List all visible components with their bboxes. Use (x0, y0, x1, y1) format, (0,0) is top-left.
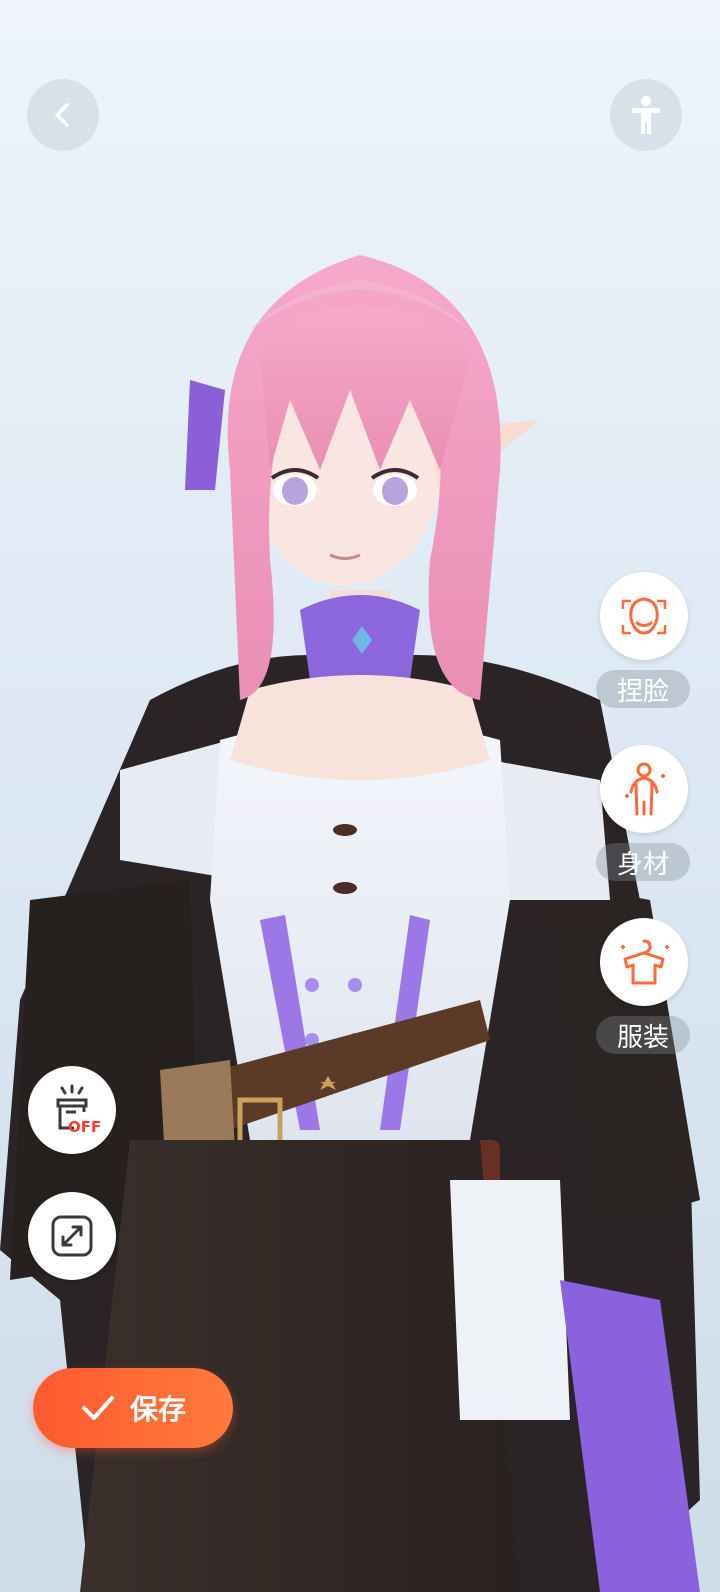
standing-person-icon (632, 96, 660, 134)
body-edit-label[interactable]: 身材 (596, 843, 690, 881)
face-icon (621, 597, 667, 635)
save-button-label: 保存 (129, 1393, 186, 1426)
outfit-edit-label[interactable]: 服装 (596, 1016, 690, 1054)
chevron-left-icon (55, 103, 69, 127)
face-edit-label[interactable]: 捏脸 (596, 670, 690, 708)
outfit-edit-button[interactable] (600, 918, 688, 1006)
body-icon (625, 762, 665, 816)
hide-outfit-toggle-button[interactable]: OFF (28, 1066, 116, 1154)
back-button[interactable] (27, 79, 99, 151)
hanger-shirt-icon (621, 939, 669, 985)
off-badge: OFF (68, 1118, 102, 1136)
pose-button[interactable] (610, 79, 682, 151)
check-icon (81, 1396, 114, 1420)
face-edit-button[interactable] (600, 572, 688, 660)
fullscreen-button[interactable] (28, 1192, 116, 1280)
body-edit-button[interactable] (600, 745, 688, 833)
save-button[interactable]: 保存 (33, 1368, 233, 1448)
expand-icon (51, 1215, 93, 1257)
